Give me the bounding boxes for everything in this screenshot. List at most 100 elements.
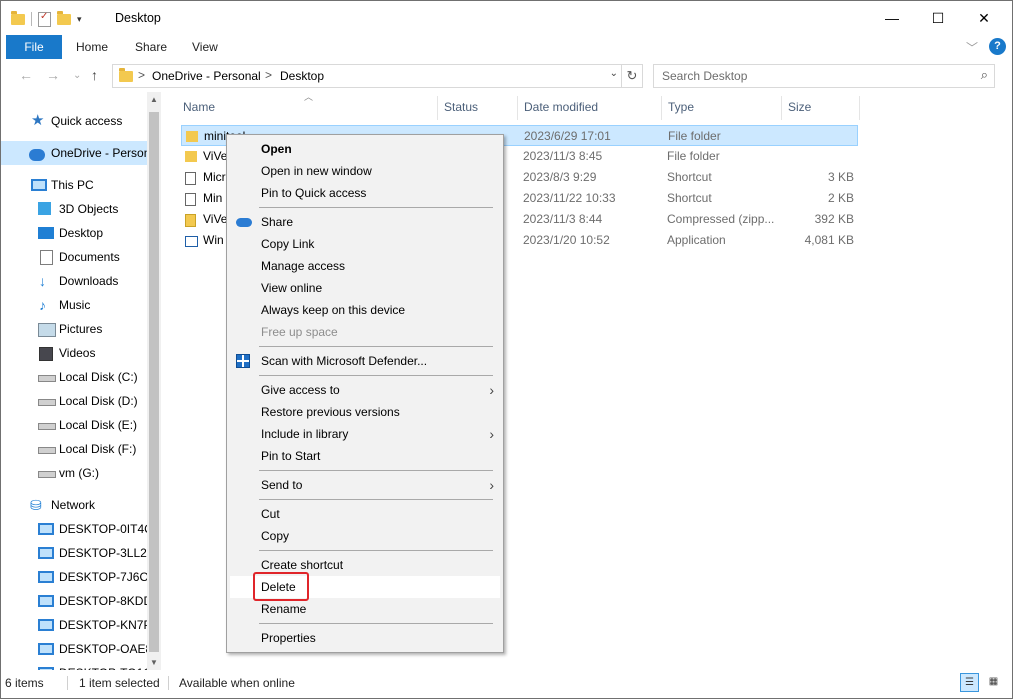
address-bar[interactable]: > OneDrive - Personal > Desktop ⌄ ↻ bbox=[112, 64, 643, 88]
search-input[interactable] bbox=[660, 68, 964, 84]
menu-item-view-online[interactable]: View online bbox=[230, 277, 500, 299]
nav-item-label: Local Disk (E:) bbox=[59, 418, 138, 432]
tab-share[interactable]: Share bbox=[135, 35, 167, 59]
tab-home[interactable]: Home bbox=[76, 35, 108, 59]
help-icon[interactable]: ? bbox=[989, 38, 1006, 55]
nav-item-videos[interactable]: Videos bbox=[1, 341, 147, 365]
menu-item-properties[interactable]: Properties bbox=[230, 627, 500, 649]
menu-item-always-keep[interactable]: Always keep on this device bbox=[230, 299, 500, 321]
menu-item-include-library[interactable]: Include in library › bbox=[230, 423, 500, 445]
large-icons-view-icon[interactable]: ▦ bbox=[984, 673, 1003, 692]
menu-item-give-access[interactable]: Give access to › bbox=[230, 379, 500, 401]
nav-item-pictures[interactable]: Pictures bbox=[1, 317, 147, 341]
column-divider[interactable] bbox=[517, 96, 518, 120]
address-row: ← → ⌄ ↑ > OneDrive - Personal > Desktop … bbox=[1, 59, 1012, 92]
file-name: Micr bbox=[203, 170, 226, 184]
nav-item-computer[interactable]: DESKTOP-8KDD9 bbox=[1, 589, 159, 613]
nav-item-downloads[interactable]: ↓ Downloads bbox=[1, 269, 147, 293]
expand-ribbon-chevron-down-icon[interactable]: ﹀ bbox=[966, 39, 978, 56]
breadcrumb-separator[interactable]: > bbox=[265, 68, 272, 82]
nav-item-network[interactable]: ⛁ Network bbox=[1, 493, 147, 517]
menu-separator bbox=[259, 346, 493, 347]
menu-separator bbox=[259, 550, 493, 551]
column-divider[interactable] bbox=[437, 96, 438, 120]
details-view-icon[interactable]: ☰ bbox=[960, 673, 979, 692]
nav-item-this-pc[interactable]: This PC bbox=[1, 173, 147, 197]
column-header-size[interactable]: Size bbox=[788, 100, 811, 114]
search-icon[interactable]: ⌕ bbox=[981, 67, 988, 83]
recent-locations-chevron-icon[interactable]: ⌄ bbox=[73, 70, 81, 81]
nav-item-quick-access[interactable]: ★ Quick access bbox=[1, 109, 147, 133]
menu-item-copy[interactable]: Copy bbox=[230, 525, 500, 547]
menu-item-scan-defender[interactable]: Scan with Microsoft Defender... bbox=[230, 350, 500, 372]
nav-item-computer[interactable]: DESKTOP-7J6OD bbox=[1, 565, 157, 589]
breadcrumb-desktop[interactable]: Desktop bbox=[280, 69, 324, 83]
menu-item-share[interactable]: Share bbox=[230, 211, 500, 233]
nav-item-documents[interactable]: Documents bbox=[1, 245, 147, 269]
nav-item-3d-objects[interactable]: 3D Objects bbox=[1, 197, 147, 221]
folder-icon bbox=[186, 131, 198, 142]
nav-item-computer[interactable]: DESKTOP-OAE8C bbox=[1, 637, 161, 661]
column-header-date-modified[interactable]: Date modified bbox=[524, 100, 598, 114]
menu-item-label: Include in library bbox=[261, 427, 349, 441]
nav-item-computer[interactable]: DESKTOP-TO1O bbox=[1, 661, 153, 670]
new-folder-icon[interactable] bbox=[57, 10, 71, 25]
column-divider[interactable] bbox=[859, 96, 860, 120]
file-size: 3 KB bbox=[827, 170, 854, 184]
nav-item-computer[interactable]: DESKTOP-KN7PN bbox=[1, 613, 160, 637]
navigation-pane-scrollbar[interactable]: ▲ ▼ bbox=[147, 92, 161, 670]
nav-item-label: DESKTOP-0IT4CP bbox=[59, 522, 161, 536]
column-header-name[interactable]: Name bbox=[183, 100, 215, 114]
close-button[interactable]: ✕ bbox=[961, 1, 1007, 35]
nav-item-local-disk-e[interactable]: Local Disk (E:) bbox=[1, 413, 147, 437]
scroll-down-icon[interactable]: ▼ bbox=[147, 658, 161, 667]
search-box[interactable]: ⌕ bbox=[653, 64, 995, 88]
menu-item-manage-access[interactable]: Manage access bbox=[230, 255, 500, 277]
nav-item-onedrive[interactable]: OneDrive - Personal bbox=[1, 141, 160, 165]
nav-item-desktop[interactable]: Desktop bbox=[1, 221, 147, 245]
scrollbar-thumb[interactable] bbox=[149, 112, 159, 652]
file-name: Min bbox=[203, 191, 223, 205]
menu-item-cut[interactable]: Cut bbox=[230, 503, 500, 525]
nav-item-local-disk-d[interactable]: Local Disk (D:) bbox=[1, 389, 147, 413]
column-header-type[interactable]: Type bbox=[668, 100, 694, 114]
address-history-chevron-down-icon[interactable]: ⌄ bbox=[610, 68, 618, 79]
column-divider[interactable] bbox=[781, 96, 782, 120]
maximize-button[interactable]: ☐ bbox=[915, 1, 961, 35]
customize-toolbar-dropdown-icon[interactable]: ▾ bbox=[77, 14, 82, 25]
sort-ascending-icon: ︿ bbox=[304, 92, 314, 102]
up-arrow-icon[interactable]: ↑ bbox=[91, 67, 98, 83]
nav-item-label: Desktop bbox=[59, 226, 104, 240]
folder-icon[interactable] bbox=[11, 10, 25, 25]
tab-view[interactable]: View bbox=[192, 35, 218, 59]
nav-item-local-disk-f[interactable]: Local Disk (F:) bbox=[1, 437, 147, 461]
breadcrumb-separator[interactable]: > bbox=[138, 68, 145, 82]
breadcrumb-onedrive[interactable]: OneDrive - Personal bbox=[152, 69, 261, 83]
back-arrow-icon[interactable]: ← bbox=[19, 67, 33, 83]
menu-item-open-new-window[interactable]: Open in new window bbox=[230, 160, 500, 182]
menu-item-copy-link[interactable]: Copy Link bbox=[230, 233, 500, 255]
column-divider[interactable] bbox=[661, 96, 662, 120]
menu-item-pin-quick-access[interactable]: Pin to Quick access bbox=[230, 182, 500, 204]
menu-item-rename[interactable]: Rename bbox=[230, 598, 500, 620]
download-icon: ↓ bbox=[39, 273, 46, 289]
menu-item-send-to[interactable]: Send to › bbox=[230, 474, 500, 496]
nav-item-label: DESKTOP-8KDD9 bbox=[59, 594, 159, 608]
nav-item-vm-g[interactable]: vm (G:) bbox=[1, 461, 147, 485]
column-header-status[interactable]: Status bbox=[444, 100, 478, 114]
menu-item-pin-start[interactable]: Pin to Start bbox=[230, 445, 500, 467]
file-date: 2023/8/3 9:29 bbox=[523, 170, 597, 184]
tab-file[interactable]: File bbox=[6, 35, 62, 59]
nav-item-computer[interactable]: DESKTOP-0IT4CP bbox=[1, 517, 161, 541]
minimize-button[interactable]: — bbox=[869, 1, 915, 35]
refresh-icon[interactable]: ↻ bbox=[621, 65, 642, 87]
properties-icon[interactable] bbox=[38, 11, 51, 27]
divider bbox=[67, 676, 68, 690]
nav-item-music[interactable]: ♪ Music bbox=[1, 293, 147, 317]
menu-item-open[interactable]: Open bbox=[230, 138, 500, 160]
forward-arrow-icon[interactable]: → bbox=[46, 67, 60, 83]
scroll-up-icon[interactable]: ▲ bbox=[147, 95, 161, 104]
nav-item-computer[interactable]: DESKTOP-3LL2H bbox=[1, 541, 156, 565]
menu-item-restore-versions[interactable]: Restore previous versions bbox=[230, 401, 500, 423]
nav-item-local-disk-c[interactable]: Local Disk (C:) bbox=[1, 365, 147, 389]
